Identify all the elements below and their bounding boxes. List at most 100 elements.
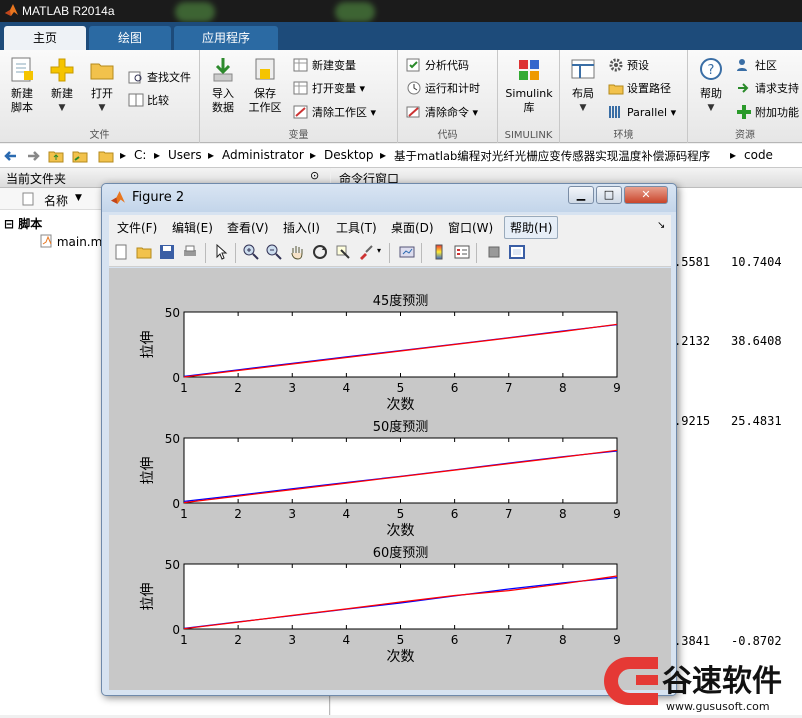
pan-hand-icon[interactable] xyxy=(289,244,305,260)
tab-plots[interactable]: 绘图 xyxy=(89,26,171,50)
chart-title: 50度预测 xyxy=(373,419,429,435)
menu-edit[interactable]: 编辑(E) xyxy=(172,219,213,236)
file-group-label: 文件 xyxy=(89,130,110,141)
open-variable-button[interactable]: 打开变量 ▾ xyxy=(293,79,365,99)
forward-icon[interactable] xyxy=(26,149,40,163)
output-value: .2132 xyxy=(674,334,711,348)
brush-icon[interactable] xyxy=(358,244,374,260)
import-data-button[interactable]: 导入 数据 xyxy=(204,56,242,115)
toolbar-separator xyxy=(421,243,422,263)
path-segment[interactable]: code xyxy=(744,148,773,162)
save-workspace-button[interactable]: 保存 工作区 xyxy=(246,56,284,115)
figure-titlebar[interactable]: Figure 2 ▁ □ ✕ xyxy=(102,184,676,212)
path-segment[interactable]: Users xyxy=(168,148,202,162)
new-figure-icon[interactable] xyxy=(113,244,129,260)
zoom-in-icon[interactable] xyxy=(243,244,259,260)
name-column-header[interactable]: 名称 xyxy=(44,192,68,209)
zoom-out-icon[interactable] xyxy=(266,244,282,260)
menu-insert[interactable]: 插入(I) xyxy=(283,219,320,236)
menu-view[interactable]: 查看(V) xyxy=(227,219,269,236)
maximize-button[interactable]: □ xyxy=(596,186,622,204)
subplot: 1 2 3 4 5 6 7 8 9 0 50 50度预测次数 拉伸 xyxy=(140,419,621,539)
addons-button[interactable]: 附加功能 xyxy=(736,103,799,123)
dock-arrow-icon[interactable]: ↘ xyxy=(657,220,665,231)
open-file-icon[interactable] xyxy=(136,244,152,260)
simulink-library-button[interactable]: Simulink 库 xyxy=(502,56,556,115)
new-script-button[interactable]: 新建 脚本 xyxy=(3,56,41,115)
up-folder-icon[interactable] xyxy=(48,148,64,164)
legend-icon[interactable] xyxy=(454,244,470,260)
path-segment[interactable]: Desktop xyxy=(324,148,374,162)
matlab-logo-icon xyxy=(111,191,125,204)
x-tick-label: 1 xyxy=(180,381,188,395)
sort-arrow-icon[interactable]: ▼ xyxy=(75,193,82,203)
plus-icon xyxy=(50,58,74,82)
scripts-group[interactable]: ⊟ 脚本 xyxy=(4,215,42,232)
svg-text:?: ? xyxy=(708,63,715,78)
tab-home[interactable]: 主页 xyxy=(4,26,86,50)
save-icon[interactable] xyxy=(159,244,175,260)
rotate-3d-icon[interactable] xyxy=(312,244,328,260)
clear-commands-button[interactable]: 清除命令 ▾ xyxy=(406,103,478,123)
menu-desktop[interactable]: 桌面(D) xyxy=(391,219,434,236)
new-variable-button[interactable]: 新建变量 xyxy=(293,56,356,76)
community-button[interactable]: 社区 xyxy=(736,56,777,76)
hide-plot-tools-icon[interactable] xyxy=(486,244,502,260)
menu-file[interactable]: 文件(F) xyxy=(117,219,157,236)
brush-dropdown-icon[interactable]: ▾ xyxy=(377,246,381,255)
minimize-button[interactable]: ▁ xyxy=(568,186,594,204)
colorbar-icon[interactable] xyxy=(431,244,447,260)
show-plot-tools-icon[interactable] xyxy=(509,244,525,260)
toolbar-separator xyxy=(476,243,477,263)
back-icon[interactable] xyxy=(4,149,18,163)
path-segment[interactable]: 基于matlab编程对光纤光栅应变传感器实现温度补偿源码程序 xyxy=(394,148,710,164)
parallel-button[interactable]: Parallel ▾ xyxy=(608,103,676,123)
find-files-button[interactable]: 查找文件 xyxy=(128,68,191,88)
subplot: 1 2 3 4 5 6 7 8 905060度预测次数拉伸 xyxy=(140,545,621,665)
analyze-code-button[interactable]: 分析代码 xyxy=(406,56,469,76)
compare-button[interactable]: 比较 xyxy=(128,91,169,111)
output-value: 25.4831 xyxy=(731,414,782,428)
request-support-button[interactable]: 请求支持 xyxy=(736,79,799,99)
print-icon[interactable] xyxy=(182,244,198,260)
link-plot-icon[interactable] xyxy=(399,244,415,260)
find-files-icon xyxy=(128,71,142,84)
minimize-icon: ▁ xyxy=(576,188,586,201)
pointer-icon[interactable] xyxy=(213,244,229,260)
list-item[interactable]: main.m xyxy=(40,234,102,249)
panel-menu-icon[interactable]: ⊙ xyxy=(310,169,319,182)
y-axis-label: 拉伸 xyxy=(140,331,156,359)
chart-title: 60度预测 xyxy=(373,545,429,561)
environment-group-label: 环境 xyxy=(613,130,634,141)
menu-window[interactable]: 窗口(W) xyxy=(448,219,493,236)
path-segment[interactable]: C: xyxy=(134,148,146,162)
menu-tools[interactable]: 工具(T) xyxy=(336,219,377,236)
support-icon xyxy=(738,83,749,93)
blurred-decoration xyxy=(335,2,375,22)
set-path-button[interactable]: 设置路径 xyxy=(608,79,671,99)
resources-group-label: 资源 xyxy=(735,130,755,141)
output-value: 38.6408 xyxy=(731,334,782,348)
address-bar: ▸ C: ▸ Users ▸ Administrator ▸ Desktop ▸… xyxy=(0,144,802,168)
x-tick-label: 4 xyxy=(343,507,351,521)
watermark-logo: 谷速软件 www.gususoft.com xyxy=(600,645,802,715)
gear-icon xyxy=(609,58,623,72)
preferences-button[interactable]: 预设 xyxy=(608,56,649,76)
menu-help[interactable]: 帮助(H) xyxy=(504,216,559,239)
clear-workspace-button[interactable]: 清除工作区 ▾ xyxy=(293,103,376,123)
new-button[interactable]: 新建 ▼ xyxy=(43,56,81,115)
ribbon-tabs: 主页 绘图 应用程序 xyxy=(0,22,802,50)
help-button[interactable]: ? 帮助 ▼ xyxy=(692,56,730,115)
path-segment[interactable]: Administrator xyxy=(222,148,304,162)
open-button[interactable]: 打开 ▼ xyxy=(83,56,121,115)
chart-title: 45度预测 xyxy=(373,293,429,309)
data-cursor-icon[interactable] xyxy=(335,244,351,260)
browse-folder-icon[interactable] xyxy=(72,148,88,164)
run-and-time-button[interactable]: 运行和计时 xyxy=(406,79,480,99)
x-tick-label: 2 xyxy=(234,633,242,647)
layout-button[interactable]: 布局 ▼ xyxy=(564,56,602,115)
close-button[interactable]: ✕ xyxy=(624,186,668,204)
analyze-code-icon xyxy=(406,58,420,72)
tab-apps[interactable]: 应用程序 xyxy=(174,26,278,50)
file-icon xyxy=(22,192,34,206)
